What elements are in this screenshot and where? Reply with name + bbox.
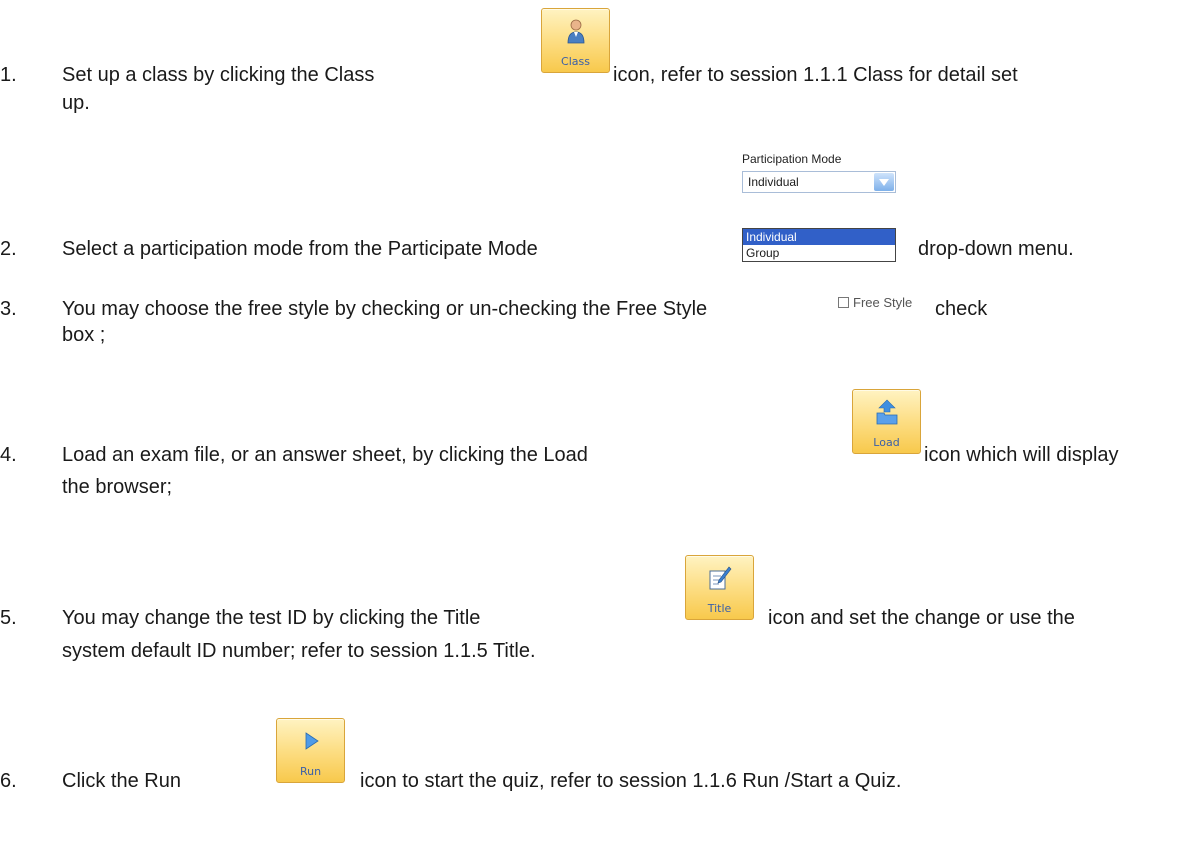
- title-button-label: Title: [707, 602, 732, 615]
- step-1-number: 1.: [0, 64, 17, 86]
- load-button[interactable]: Load: [852, 389, 921, 454]
- step-5-number: 5.: [0, 607, 17, 629]
- step-1-text-continued: up.: [62, 92, 90, 114]
- step-3-text-continued: box ;: [62, 324, 106, 346]
- load-button-label: Load: [873, 436, 900, 449]
- participation-mode-options: Individual Group: [742, 228, 896, 262]
- step-5-text-after: icon and set the change or use the: [768, 607, 1075, 629]
- participation-mode-select[interactable]: Individual: [742, 171, 896, 193]
- step-6-text-after: icon to start the quiz, refer to session…: [360, 770, 902, 792]
- step-4-text: Load an exam file, or an answer sheet, b…: [62, 444, 588, 466]
- step-3-number: 3.: [0, 298, 17, 320]
- dropdown-arrow-icon[interactable]: [874, 173, 894, 191]
- play-triangle-icon: [305, 732, 319, 750]
- step-1-text: Set up a class by clicking the Class: [62, 64, 375, 86]
- option-group[interactable]: Group: [743, 245, 895, 261]
- option-individual[interactable]: Individual: [743, 229, 895, 245]
- step-3-text-after: check: [935, 298, 988, 320]
- class-button[interactable]: Class: [541, 8, 610, 73]
- participation-mode-label: Participation Mode: [742, 152, 842, 166]
- run-button-label: Run: [299, 765, 322, 778]
- free-style-checkbox[interactable]: Free Style: [838, 295, 912, 310]
- step-4-text-continued: the browser;: [62, 476, 173, 498]
- step-1-text-after: icon, refer to session 1.1.1 Class for d…: [613, 64, 1018, 86]
- checkbox-icon[interactable]: [838, 297, 849, 308]
- step-3-text: You may choose the free style by checkin…: [62, 298, 708, 320]
- step-6-number: 6.: [0, 770, 17, 792]
- step-4-text-after: icon which will display: [924, 444, 1119, 466]
- run-button[interactable]: Run: [276, 718, 345, 783]
- step-5-text: You may change the test ID by clicking t…: [62, 607, 481, 629]
- step-2-number: 2.: [0, 238, 17, 260]
- step-2-text-after: drop-down menu.: [918, 238, 1074, 260]
- title-button[interactable]: Title: [685, 555, 754, 620]
- step-6-text: Click the Run: [62, 770, 181, 792]
- teacher-person-icon: [567, 19, 584, 44]
- participation-mode-value: Individual: [748, 175, 799, 189]
- step-4-number: 4.: [0, 444, 17, 466]
- step-2-text: Select a participation mode from the Par…: [62, 238, 538, 260]
- step-5-text-continued: system default ID number; refer to sessi…: [62, 640, 536, 662]
- folder-upload-icon: [876, 399, 897, 425]
- free-style-label: Free Style: [853, 295, 913, 310]
- class-button-label: Class: [561, 55, 590, 68]
- pencil-edit-icon: [709, 566, 731, 590]
